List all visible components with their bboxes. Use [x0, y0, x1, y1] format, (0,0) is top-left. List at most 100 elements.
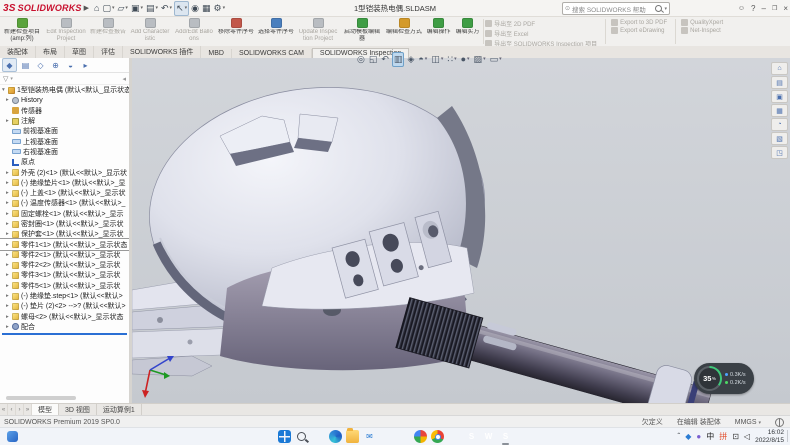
new-inspection-project-button[interactable]: 新建检查项目 (amp:列): [0, 17, 44, 46]
search-button[interactable]: [295, 430, 308, 443]
new-inspection-report-button[interactable]: 新建检查报告: [88, 17, 128, 46]
display-style-icon[interactable]: ◫ ▾: [430, 53, 444, 66]
tree-item[interactable]: 传感器: [0, 106, 129, 116]
tree-item[interactable]: 上视基准面: [0, 136, 129, 146]
explorer-app[interactable]: [346, 430, 359, 443]
appearances-scenes-icon[interactable]: ◔: [771, 118, 788, 131]
undo-icon[interactable]: ↶ ▾: [160, 2, 173, 15]
tree-item[interactable]: ▸ 零件1<1> (默认<<默认>_显示状态: [0, 239, 129, 249]
speed-monitor-badge[interactable]: 35 % 0.3K/s 0.2K/s: [694, 363, 754, 394]
app-blue[interactable]: [448, 430, 461, 443]
browser-360-app[interactable]: [414, 430, 427, 443]
export-button[interactable]: Export eDrawing: [611, 27, 667, 34]
search-dropdown-icon[interactable]: ▾: [664, 6, 667, 12]
edge-app[interactable]: [329, 430, 342, 443]
ribbon-tab[interactable]: MBD: [201, 49, 232, 58]
dropdown-arrow-icon[interactable]: ▾: [441, 56, 444, 62]
ribbon-tab[interactable]: SOLIDWORKS CAM: [232, 49, 312, 58]
tree-item[interactable]: ▸ 密封圈<1> (默认<<默认>_显示状: [0, 219, 129, 229]
tray-chevron-icon[interactable]: ˆ: [678, 433, 681, 441]
home-icon[interactable]: ⌂: [93, 2, 100, 15]
tree-item[interactable]: ▸ 零件2<2> (默认<<默认>_显示状: [0, 260, 129, 270]
tree-item[interactable]: ▸ History: [0, 95, 129, 105]
select-balloons-button[interactable]: 选择零件序号: [256, 17, 296, 46]
zoom-fit-icon[interactable]: ◎: [356, 53, 366, 66]
help-search-box[interactable]: ⊙ 搜索 SOLIDWORKS 帮助 ▾: [562, 2, 670, 15]
select-icon[interactable]: ↖ ▾: [174, 1, 189, 16]
custom-properties-icon[interactable]: ▧: [771, 132, 788, 145]
tree-root-item[interactable]: ▾ 1型铠装热电偶 (默认<默认_显示状态-1>: [0, 85, 129, 95]
dropdown-arrow-icon[interactable]: ▾: [155, 5, 158, 11]
edit-measurement-button[interactable]: 编辑实方: [453, 17, 482, 46]
dropdown-arrow-icon[interactable]: ▾: [425, 56, 428, 62]
dropdown-arrow-icon[interactable]: ▾: [454, 56, 457, 62]
solidworks-app[interactable]: S: [499, 430, 512, 443]
close-button[interactable]: ×: [783, 4, 788, 13]
dropdown-arrow-icon[interactable]: ▾: [499, 56, 502, 62]
monitor-icon[interactable]: ⊡: [732, 433, 739, 441]
tree-item[interactable]: ▸ 保护套<1> (默认<<默认>_显示状: [0, 229, 129, 239]
ribbon-tab[interactable]: 评估: [94, 46, 123, 58]
filter-dropdown-icon[interactable]: ▾: [10, 76, 13, 82]
tree-item[interactable]: 右视基准面: [0, 147, 129, 157]
mail-app[interactable]: ✉: [363, 430, 376, 443]
ribbon-tab[interactable]: 布局: [36, 46, 65, 58]
dynamic-annotation-icon[interactable]: ◈: [406, 53, 415, 66]
ime-lang-icon[interactable]: 中: [706, 433, 714, 441]
tree-item[interactable]: ▸ 螺母<2> (默认<<默认>_显示状态: [0, 312, 129, 322]
new-file-icon[interactable]: ▢ ▾: [101, 2, 115, 15]
tree-item[interactable]: ▸ 零件3<1> (默认<<默认>_显示状: [0, 270, 129, 280]
search-icon[interactable]: [655, 5, 662, 12]
dimxpert-tab[interactable]: ⊕: [49, 59, 62, 71]
tree-filter-row[interactable]: ▽ ▾ ◂: [0, 73, 129, 85]
ime-pinyin-icon[interactable]: 拼: [719, 433, 727, 441]
previous-view-icon[interactable]: ↶: [380, 53, 390, 66]
file-properties-icon[interactable]: ▦: [201, 2, 212, 15]
taskview-app[interactable]: [312, 430, 325, 443]
logo-flyout-arrow-icon[interactable]: ▶: [84, 4, 89, 12]
start-button[interactable]: [278, 430, 291, 443]
export-button[interactable]: QualityXpert: [681, 19, 723, 26]
tree-item[interactable]: ▸ 零件5<1> (默认<<默认>_显示状: [0, 281, 129, 291]
tree-item[interactable]: 原点: [0, 157, 129, 167]
tree-item[interactable]: ▸ 外壳 (2)<1> (默认<<默认>_显示状: [0, 167, 129, 177]
dropdown-arrow-icon[interactable]: ▾: [140, 5, 143, 11]
app-green[interactable]: [397, 430, 410, 443]
ribbon-tab[interactable]: 装配体: [0, 46, 36, 58]
help-button[interactable]: ?: [751, 4, 755, 13]
ribbon-tab[interactable]: SOLIDWORKS 插件: [123, 46, 201, 58]
wps-app[interactable]: W: [482, 430, 495, 443]
view-orientation-icon[interactable]: ◓ ▾: [417, 53, 428, 66]
template-editor-button[interactable]: 启动模板编辑器: [340, 17, 384, 46]
tree-item[interactable]: ▸ (-) 绝缘垫片<1> (默认<<默认>_显: [0, 178, 129, 188]
tree-item[interactable]: ▸ (-) 温度传感器<1> (默认<<默认>_: [0, 198, 129, 208]
chrome-app[interactable]: [431, 430, 444, 443]
tree-item[interactable]: 前视基准面: [0, 126, 129, 136]
section-view-icon[interactable]: ▥: [392, 52, 405, 67]
edit-inspection-project-button[interactable]: Edit Inspection Project: [44, 17, 88, 46]
hide-show-items-icon[interactable]: ∷ ▾: [446, 53, 457, 66]
dropdown-arrow-icon[interactable]: ▾: [112, 5, 115, 11]
tree-item[interactable]: ▸ (-) 垫片 (2)<2> -->? (默认<<默认>: [0, 301, 129, 311]
widgets-button[interactable]: [7, 431, 18, 442]
dropdown-arrow-icon[interactable]: ▾: [223, 5, 226, 11]
tree-item[interactable]: ▸ 零件2<1> (默认<<默认>_显示状: [0, 250, 129, 260]
rollback-bar[interactable]: [2, 333, 127, 335]
options-icon[interactable]: ⚙ ▾: [213, 2, 227, 15]
dropdown-arrow-icon[interactable]: ▾: [483, 56, 486, 62]
add-characteristic-button[interactable]: Add Characteristic: [128, 17, 172, 46]
forum-icon[interactable]: ◳: [771, 146, 788, 159]
minimize-button[interactable]: –: [761, 4, 765, 13]
design-library-icon[interactable]: ▤: [771, 76, 788, 89]
dropdown-arrow-icon[interactable]: ▾: [185, 5, 188, 11]
ribbon-tab[interactable]: 草图: [65, 46, 94, 58]
edit-operation-button[interactable]: 编辑操作: [424, 17, 453, 46]
tree-horizontal-scrollbar[interactable]: [6, 396, 76, 400]
featuremanager-tab[interactable]: ◆: [2, 58, 17, 72]
panel-collapse-icon[interactable]: ◂: [122, 75, 126, 83]
save-icon[interactable]: ▣ ▾: [130, 2, 144, 15]
units-selector[interactable]: MMGS ▾: [735, 419, 761, 426]
export-button[interactable]: Export to 3D PDF: [611, 19, 667, 26]
filter-funnel-icon[interactable]: ▽: [3, 75, 8, 83]
apply-scene-icon[interactable]: ▨ ▾: [473, 53, 487, 66]
